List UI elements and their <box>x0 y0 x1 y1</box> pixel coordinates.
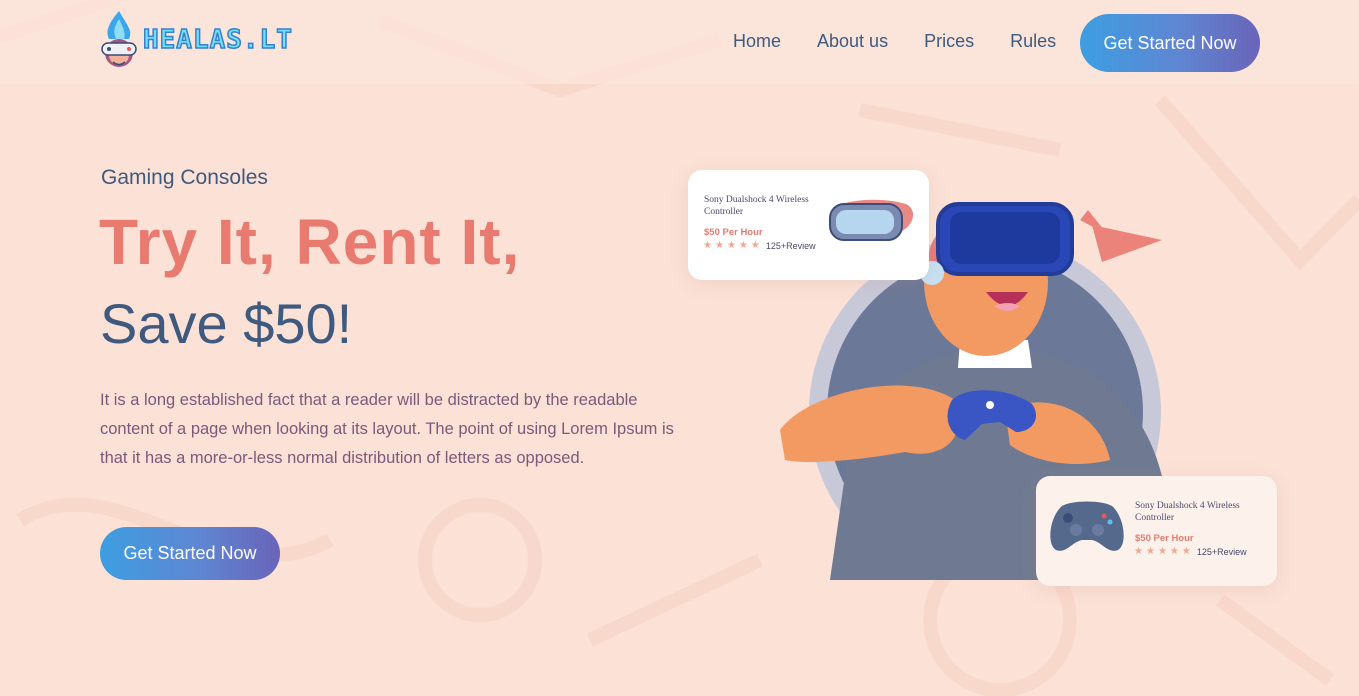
star-icon: ★ <box>1134 546 1143 557</box>
star-icon: ★ <box>1181 546 1191 557</box>
product-price: $50 Per Hour <box>1135 533 1194 544</box>
nav-prices[interactable]: Prices <box>924 30 974 52</box>
gamer-mascot-icon <box>101 11 137 67</box>
main-nav: Home About us Prices Rules <box>733 30 1092 52</box>
star-icon: ★ <box>1169 546 1179 557</box>
product-card[interactable]: Sony Dualshock 4 Wireless Controller $50… <box>1036 476 1277 586</box>
gamepad-icon <box>1050 501 1124 551</box>
review-count: 125+Review <box>765 240 816 251</box>
star-icon: ★ <box>738 240 748 251</box>
site-header: HEALAS.LT Home About us Prices Rules Get… <box>0 0 1359 84</box>
star-icon: ★ <box>750 240 760 251</box>
nav-rules[interactable]: Rules <box>1010 30 1056 52</box>
brand-name: HEALAS.LT <box>142 24 293 56</box>
product-price: $50 Per Hour <box>704 227 763 238</box>
star-icon: ★ <box>703 240 712 251</box>
hero-get-started-button[interactable]: Get Started Now <box>100 527 280 580</box>
star-icon: ★ <box>726 240 736 251</box>
rating-stars: ★ ★ ★ ★ ★ 125+Review <box>1134 546 1247 557</box>
star-icon: ★ <box>714 240 724 251</box>
brand-logo[interactable]: HEALAS.LT <box>99 9 293 71</box>
star-icon: ★ <box>1157 546 1167 557</box>
nav-home[interactable]: Home <box>733 30 781 52</box>
hero-title-line2: Save $50! <box>100 292 353 355</box>
hero-subtitle: Gaming Consoles <box>101 166 268 189</box>
nav-about-us[interactable]: About us <box>817 30 888 52</box>
star-icon: ★ <box>1145 546 1155 557</box>
hero-title-line1: Try It, Rent It, <box>99 206 521 278</box>
product-card[interactable]: Sony Dualshock 4 Wireless Controller $50… <box>688 170 929 280</box>
review-count: 125+Review <box>1196 546 1247 557</box>
product-title: Sony Dualshock 4 Wireless Controller <box>704 195 809 217</box>
hero-description: It is a long established fact that a rea… <box>100 391 674 467</box>
rating-stars: ★ ★ ★ ★ ★ 125+Review <box>703 240 816 251</box>
header-get-started-button[interactable]: Get Started Now <box>1080 14 1260 72</box>
product-title: Sony Dualshock 4 Wireless Controller <box>1135 501 1240 523</box>
vr-headset-icon <box>829 199 914 241</box>
